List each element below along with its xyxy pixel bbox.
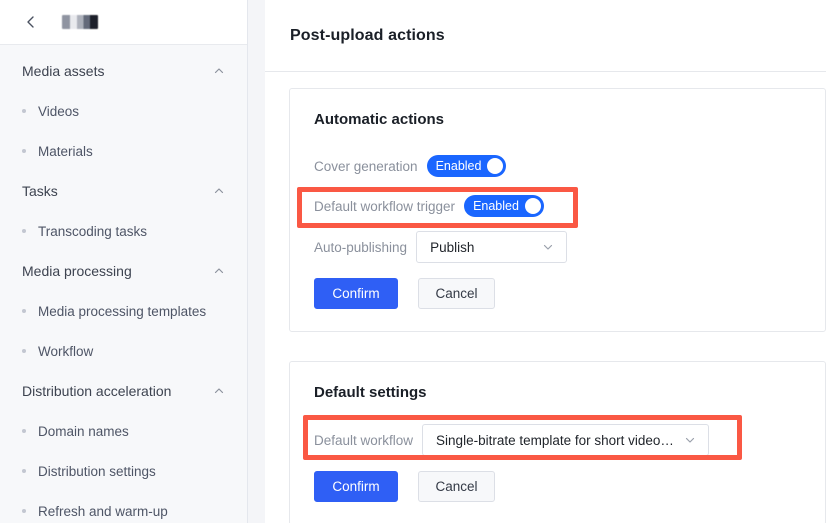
- chevron-up-icon[interactable]: [213, 265, 225, 277]
- chevron-up-icon[interactable]: [213, 65, 225, 77]
- sidebar-item-workflow[interactable]: Workflow: [0, 331, 247, 371]
- auto-publishing-value: Publish: [430, 239, 475, 255]
- sidebar-item-label: Domain names: [38, 423, 129, 439]
- sidebar-group-label: Tasks: [22, 183, 58, 199]
- default-workflow-label: Default workflow: [314, 432, 414, 448]
- default-workflow-value: Single-bitrate template for short video …: [436, 432, 676, 448]
- chevron-left-icon[interactable]: [22, 13, 40, 31]
- app-root: Media assets Videos Materials Tasks Tran…: [0, 0, 826, 523]
- default-workflow-trigger-toggle[interactable]: Enabled: [464, 195, 544, 217]
- sidebar-group-media-assets[interactable]: Media assets: [0, 51, 247, 91]
- sidebar-item-refresh-and-warm-up[interactable]: Refresh and warm-up: [0, 491, 247, 523]
- sidebar-group-tasks[interactable]: Tasks: [0, 171, 247, 211]
- sidebar-item-videos[interactable]: Videos: [0, 91, 247, 131]
- sidebar-item-label: Videos: [38, 103, 80, 119]
- cancel-button[interactable]: Cancel: [418, 278, 495, 309]
- cancel-button[interactable]: Cancel: [418, 471, 495, 502]
- auto-publishing-label: Auto-publishing: [314, 239, 408, 255]
- sidebar-item-label: Media processing templates: [38, 303, 207, 319]
- bullet-icon: [22, 309, 26, 313]
- toggle-knob: [487, 158, 504, 174]
- automatic-actions-button-row: Confirm Cancel: [314, 278, 801, 309]
- redacted-account-title: [62, 15, 98, 29]
- sidebar-header: [0, 0, 247, 45]
- sidebar-item-materials[interactable]: Materials: [0, 131, 247, 171]
- sidebar: Media assets Videos Materials Tasks Tran…: [0, 0, 248, 523]
- content-panel: Post-upload actions Automatic actions Co…: [265, 0, 826, 523]
- sidebar-group-distribution-acceleration[interactable]: Distribution acceleration: [0, 371, 247, 411]
- sidebar-item-label: Materials: [38, 143, 93, 159]
- default-settings-button-row: Confirm Cancel: [314, 471, 801, 502]
- sidebar-item-label: Refresh and warm-up: [38, 503, 168, 519]
- card-automatic-actions: Automatic actions Cover generation Enabl…: [289, 88, 826, 332]
- sidebar-item-label: Distribution settings: [38, 463, 156, 479]
- confirm-button[interactable]: Confirm: [314, 471, 398, 502]
- confirm-button[interactable]: Confirm: [314, 278, 398, 309]
- bullet-icon: [22, 109, 26, 113]
- row-cover-generation: Cover generation Enabled: [314, 150, 801, 182]
- row-auto-publishing: Auto-publishing Publish: [314, 230, 801, 264]
- sidebar-group-media-processing[interactable]: Media processing: [0, 251, 247, 291]
- cover-generation-label: Cover generation: [314, 158, 418, 174]
- bullet-icon: [22, 149, 26, 153]
- sidebar-nav: Media assets Videos Materials Tasks Tran…: [0, 45, 247, 523]
- auto-publishing-select[interactable]: Publish: [416, 231, 568, 263]
- sidebar-item-media-processing-templates[interactable]: Media processing templates: [0, 291, 247, 331]
- card-title: Automatic actions: [314, 111, 445, 128]
- toggle-state-label: Enabled: [435, 158, 482, 173]
- sidebar-item-domain-names[interactable]: Domain names: [0, 411, 247, 451]
- bullet-icon: [22, 429, 26, 433]
- sidebar-group-label: Media assets: [22, 63, 105, 79]
- chevron-down-icon[interactable]: [541, 240, 555, 254]
- toggle-knob: [524, 198, 541, 214]
- sidebar-group-label: Media processing: [22, 263, 132, 279]
- row-default-workflow: Default workflow Single-bitrate template…: [314, 423, 801, 457]
- sidebar-item-label: Transcoding tasks: [38, 223, 148, 239]
- bullet-icon: [22, 469, 26, 473]
- chevron-up-icon[interactable]: [213, 385, 225, 397]
- cover-generation-toggle[interactable]: Enabled: [426, 155, 507, 177]
- bullet-icon: [22, 509, 26, 513]
- sidebar-item-distribution-settings[interactable]: Distribution settings: [0, 451, 247, 491]
- card-title: Default settings: [314, 384, 427, 401]
- sidebar-item-transcoding-tasks[interactable]: Transcoding tasks: [0, 211, 247, 251]
- chevron-down-icon[interactable]: [683, 433, 697, 447]
- default-workflow-trigger-label: Default workflow trigger: [314, 198, 456, 214]
- bullet-icon: [22, 349, 26, 353]
- bullet-icon: [22, 229, 26, 233]
- card-default-settings: Default settings Default workflow Single…: [289, 361, 826, 523]
- toggle-state-label: Enabled: [473, 198, 519, 213]
- main-area: Post-upload actions Automatic actions Co…: [248, 0, 826, 523]
- sidebar-group-label: Distribution acceleration: [22, 383, 172, 399]
- page-title: Post-upload actions: [290, 26, 445, 44]
- row-default-workflow-trigger: Default workflow trigger Enabled: [314, 190, 801, 222]
- panel-header: Post-upload actions: [265, 0, 826, 72]
- sidebar-item-label: Workflow: [38, 343, 94, 359]
- chevron-up-icon[interactable]: [213, 185, 225, 197]
- panel-body: Automatic actions Cover generation Enabl…: [265, 72, 826, 523]
- default-workflow-select[interactable]: Single-bitrate template for short video …: [422, 424, 710, 456]
